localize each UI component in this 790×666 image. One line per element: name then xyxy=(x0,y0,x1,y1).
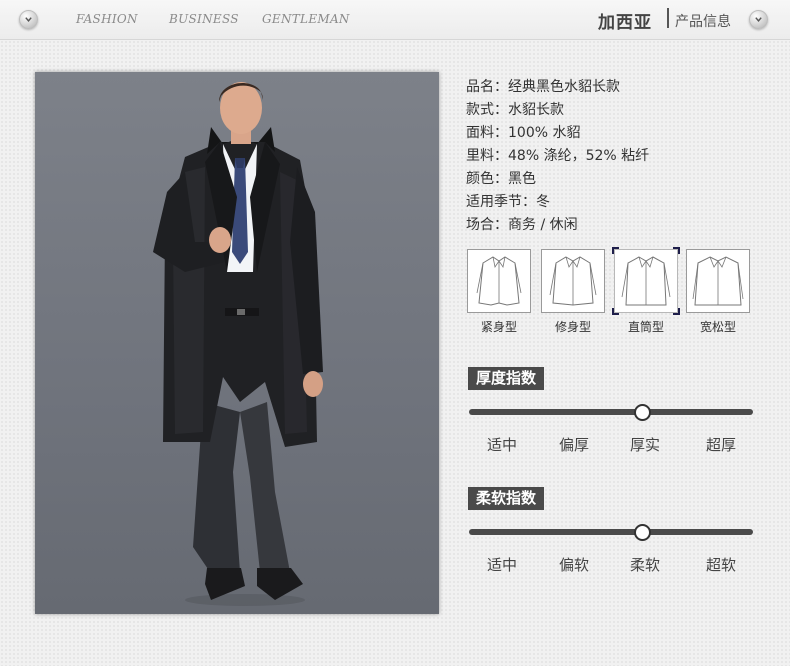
selection-corner xyxy=(673,247,680,254)
info-occasion: 场合：商务 / 休闲 xyxy=(466,217,578,233)
selection-corner xyxy=(673,308,680,315)
selection-corner xyxy=(612,308,619,315)
model-in-mink-coat-image xyxy=(153,82,323,606)
info-fabric: 面料：100% 水貂 xyxy=(466,125,581,141)
thickness-label: 厚实 xyxy=(629,436,660,454)
info-product-name: 品名：经典黑色水貂长款 xyxy=(466,79,620,95)
fit-label-straight: 直筒型 xyxy=(627,320,664,334)
section-title: 产品信息 xyxy=(675,14,731,30)
thickness-track xyxy=(469,409,753,415)
fit-label-slim: 修身型 xyxy=(554,320,591,334)
nav-fashion[interactable]: FASHION xyxy=(76,12,138,26)
fit-label-loose: 宽松型 xyxy=(699,320,736,334)
nav-gentleman[interactable]: GENTLEMAN xyxy=(262,12,350,26)
thickness-label: 超厚 xyxy=(705,436,736,454)
fit-loose[interactable] xyxy=(686,249,750,313)
thickness-label: 适中 xyxy=(486,436,517,454)
product-photo xyxy=(35,72,439,614)
fit-straight[interactable] xyxy=(612,247,680,315)
softness-slider-knob[interactable] xyxy=(633,524,651,541)
jacket-outline-icon xyxy=(476,256,522,306)
nav-business[interactable]: BUSINESS xyxy=(169,12,239,26)
fit-slim[interactable] xyxy=(541,249,605,313)
thickness-label: 偏厚 xyxy=(558,436,589,454)
header-divider xyxy=(667,8,669,28)
top-header: FASHION BUSINESS GENTLEMAN 加西亚 产品信息 xyxy=(0,0,790,40)
softness-label: 柔软 xyxy=(629,556,660,574)
jacket-outline-icon xyxy=(621,256,671,306)
selection-corner xyxy=(612,247,619,254)
softness-label: 超软 xyxy=(705,556,736,574)
info-color: 颜色：黑色 xyxy=(466,171,536,187)
softness-track xyxy=(469,529,753,535)
brand-name: 加西亚 xyxy=(598,13,652,33)
thickness-slider-knob[interactable] xyxy=(633,404,651,421)
softness-label: 适中 xyxy=(486,556,517,574)
jacket-outline-icon xyxy=(549,256,597,306)
fit-label-tight: 紧身型 xyxy=(480,320,517,334)
chevron-down-icon[interactable] xyxy=(19,10,38,29)
info-style: 款式：水貂长款 xyxy=(466,102,564,118)
thickness-index-title: 厚度指数 xyxy=(468,367,545,390)
fit-slim-tight[interactable] xyxy=(467,249,531,313)
info-season: 适用季节：冬 xyxy=(466,194,550,210)
info-lining: 里料：48% 涤纶，52% 粘纤 xyxy=(466,148,650,164)
jacket-outline-icon xyxy=(692,256,744,306)
softness-label: 偏软 xyxy=(558,556,589,574)
chevron-down-icon[interactable] xyxy=(749,10,768,29)
softness-index-title: 柔软指数 xyxy=(468,487,545,510)
